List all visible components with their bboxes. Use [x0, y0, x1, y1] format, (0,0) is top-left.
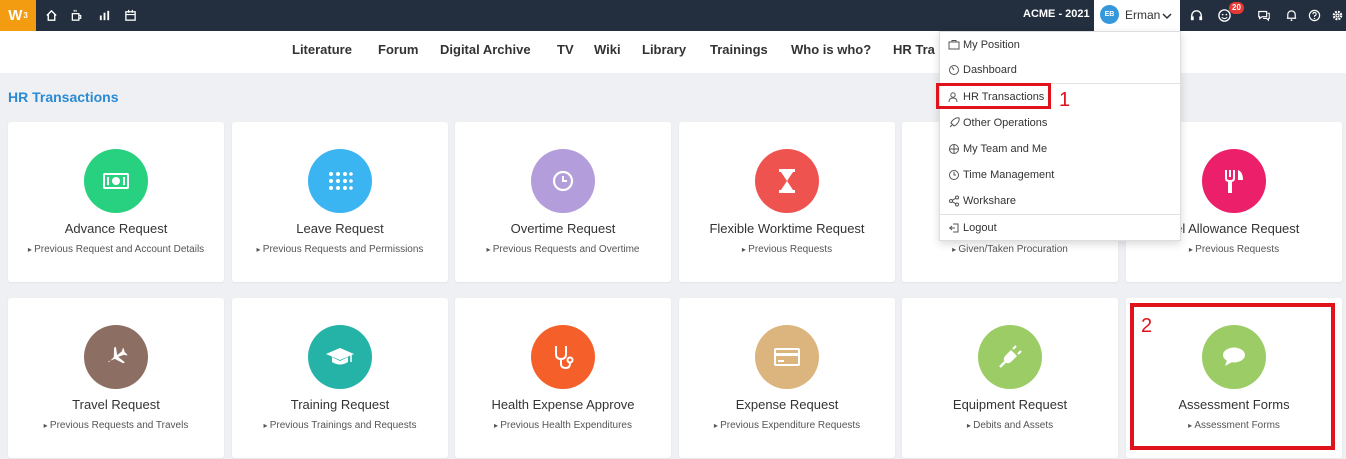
crosshair-icon — [949, 144, 959, 154]
bell-icon[interactable] — [1282, 6, 1300, 24]
nav-who-is-who[interactable]: Who is who? — [791, 42, 871, 57]
help-icon[interactable] — [1305, 6, 1323, 24]
card-link[interactable]: Debits and Assets — [902, 420, 1118, 431]
menu-item-other-operations[interactable]: Other Operations — [940, 110, 1180, 136]
app-logo[interactable]: W3 — [0, 0, 36, 31]
card-link[interactable]: Previous Requests — [1126, 244, 1342, 255]
card-training-request[interactable]: Training Request Previous Trainings and … — [232, 298, 448, 458]
nav-forum[interactable]: Forum — [378, 42, 418, 57]
card-equipment-request[interactable]: Equipment Request Debits and Assets — [902, 298, 1118, 458]
menu-item-workshare[interactable]: Workshare — [940, 188, 1180, 214]
money-icon — [84, 149, 148, 213]
card-health-expense-approve[interactable]: Health Expense Approve Previous Health E… — [455, 298, 671, 458]
nav-wiki[interactable]: Wiki — [594, 42, 621, 57]
menu-item-label: Logout — [963, 222, 997, 234]
menu-item-logout[interactable]: Logout — [940, 215, 1180, 241]
graduation-cap-icon — [308, 325, 372, 389]
calendar-icon[interactable] — [121, 6, 139, 24]
hourglass-icon — [755, 149, 819, 213]
stethoscope-icon — [531, 325, 595, 389]
share-icon — [949, 195, 959, 207]
rocket-icon — [949, 117, 960, 128]
logout-icon — [949, 223, 959, 233]
nav-digital-archive[interactable]: Digital Archive — [440, 42, 531, 57]
cutlery-icon — [1202, 149, 1266, 213]
plane-icon — [84, 325, 148, 389]
notification-badge: 20 — [1229, 2, 1244, 14]
avatar: EB — [1100, 5, 1119, 24]
nav-trainings[interactable]: Trainings — [710, 42, 768, 57]
chevron-down-icon — [1162, 8, 1172, 26]
card-title: Health Expense Approve — [491, 397, 635, 412]
card-travel-request[interactable]: Travel Request Previous Requests and Tra… — [8, 298, 224, 458]
menu-item-my-position[interactable]: My Position — [940, 32, 1180, 58]
briefcase-icon — [948, 40, 960, 50]
menu-item-label: Time Management — [963, 169, 1055, 181]
user-name: Erman — [1125, 8, 1161, 22]
clock-icon — [531, 149, 595, 213]
card-title: Overtime Request — [510, 221, 616, 236]
menu-item-label: My Position — [963, 39, 1020, 51]
card-title: Expense Request — [735, 397, 839, 412]
card-link[interactable]: Previous Requests — [679, 244, 895, 255]
nav-library[interactable]: Library — [642, 42, 686, 57]
card-link[interactable]: Previous Trainings and Requests — [232, 420, 448, 431]
nav-hr[interactable]: HR Tra — [893, 42, 935, 57]
card-link[interactable]: Previous Request and Account Details — [8, 244, 224, 255]
headset-icon[interactable] — [1187, 6, 1205, 24]
card-link[interactable]: Previous Requests and Overtime — [455, 244, 671, 255]
card-expense-request[interactable]: Expense Request Previous Expenditure Req… — [679, 298, 895, 458]
plug-icon — [978, 325, 1042, 389]
card-overtime-request[interactable]: Overtime Request Previous Requests and O… — [455, 122, 671, 282]
menu-item-label: Other Operations — [963, 117, 1048, 129]
nav-tv[interactable]: TV — [557, 42, 574, 57]
card-title: Advance Request — [64, 221, 168, 236]
coffee-icon[interactable] — [68, 6, 86, 24]
clock-icon — [949, 170, 959, 180]
card-advance-request[interactable]: Advance Request Previous Request and Acc… — [8, 122, 224, 282]
top-bar: W3 ACME - 2021 EB Erman 20 — [0, 0, 1346, 31]
chart-icon[interactable] — [95, 6, 113, 24]
card-title: Travel Request — [72, 397, 160, 412]
user-menu-button[interactable]: EB Erman — [1094, 0, 1180, 31]
gear-icon[interactable] — [1328, 6, 1346, 24]
grid-dots-icon — [308, 149, 372, 213]
company-label: ACME - 2021 — [1023, 8, 1090, 20]
card-title: Training Request — [290, 397, 390, 412]
menu-item-dashboard[interactable]: Dashboard — [940, 57, 1180, 83]
annotation-number-2: 2 — [1141, 315, 1153, 337]
menu-item-label: My Team and Me — [963, 143, 1048, 155]
menu-item-label: Dashboard — [963, 64, 1017, 76]
card-title: Equipment Request — [952, 397, 1068, 412]
card-flexible-worktime-request[interactable]: Flexible Worktime Request Previous Reque… — [679, 122, 895, 282]
card-title: Flexible Worktime Request — [709, 221, 865, 236]
card-link[interactable]: Previous Requests and Travels — [8, 420, 224, 431]
highlight-box-assessment-forms — [1130, 303, 1335, 450]
card-link[interactable]: Previous Requests and Permissions — [232, 244, 448, 255]
menu-item-time-management[interactable]: Time Management — [940, 162, 1180, 188]
card-leave-request[interactable]: Leave Request Previous Requests and Perm… — [232, 122, 448, 282]
chat-icon[interactable] — [1255, 6, 1273, 24]
page-title: HR Transactions — [8, 89, 119, 105]
card-link[interactable]: Given/Taken Procuration — [902, 244, 1118, 255]
card-link[interactable]: Previous Expenditure Requests — [679, 420, 895, 431]
card-link[interactable]: Previous Health Expenditures — [455, 420, 671, 431]
credit-card-icon — [755, 325, 819, 389]
user-dropdown-menu: My Position Dashboard HR Transactions Ot… — [939, 31, 1181, 241]
annotation-number-1: 1 — [1059, 89, 1071, 111]
card-title: Leave Request — [296, 221, 384, 236]
menu-item-my-team[interactable]: My Team and Me — [940, 136, 1180, 162]
menu-item-label: Workshare — [963, 195, 1016, 207]
highlight-box-hr-transactions — [936, 83, 1051, 109]
nav-literature[interactable]: Literature — [292, 42, 352, 57]
dashboard-icon — [949, 65, 959, 75]
home-icon[interactable] — [42, 6, 60, 24]
